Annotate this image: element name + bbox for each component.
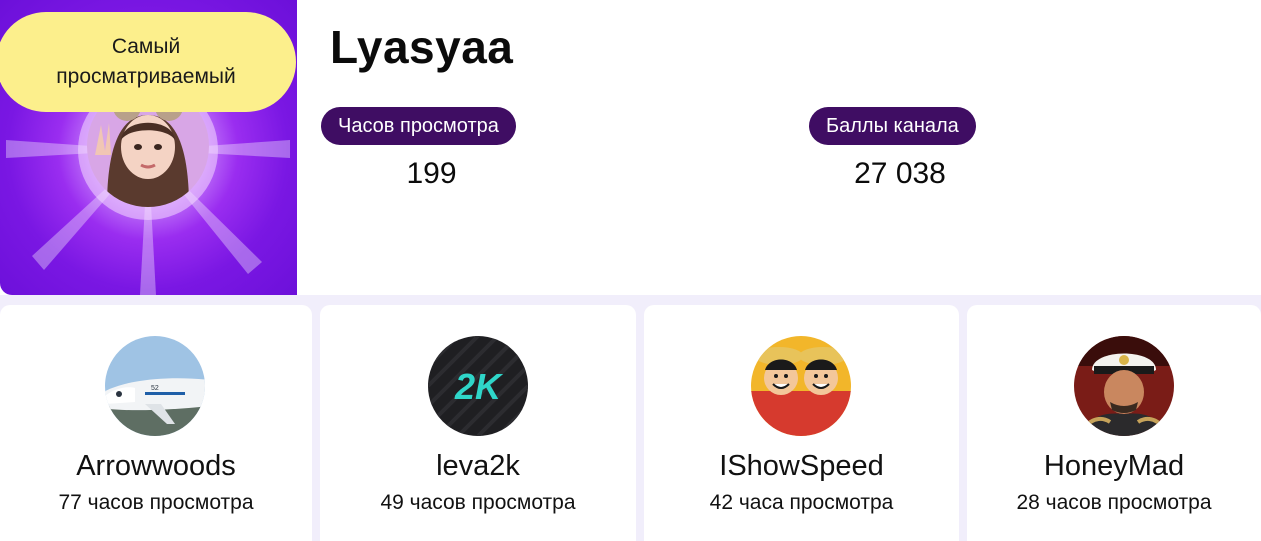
channel-name: leva2k <box>436 450 520 482</box>
channel-watch-hours: 28 часов просмотра <box>1016 491 1212 514</box>
top-stats-card: Самый просматриваемый Lyasyaa Часов прос… <box>0 0 1261 295</box>
most-watched-badge: Самый просматриваемый <box>0 12 296 112</box>
channel-name: Arrowwoods <box>76 450 236 482</box>
channel-name: HoneyMad <box>1043 450 1185 482</box>
channel-avatar: 2K <box>428 336 528 436</box>
svg-text:2K: 2K <box>454 366 504 407</box>
channel-avatar: 52 <box>105 336 205 436</box>
username: Lyasyaa <box>330 21 514 73</box>
channel-name: IShowSpeed <box>719 450 884 482</box>
channel-card[interactable]: IShowSpeed 42 часа просмотра <box>644 305 959 541</box>
channel-watch-hours: 49 часов просмотра <box>380 491 576 514</box>
channel-points-value: 27 038 <box>854 157 946 190</box>
channel-avatar <box>751 336 851 436</box>
channel-card[interactable]: HoneyMad 28 часов просмотра <box>967 305 1261 541</box>
channel-card[interactable]: 2K leva2k 49 часов просмотра <box>320 305 636 541</box>
hero-panel: Самый просматриваемый <box>0 0 297 295</box>
channel-card[interactable]: 52 Arrowwoods 77 часов просмотра <box>0 305 312 541</box>
watch-hours-label: Часов просмотра <box>321 107 516 145</box>
channel-avatar <box>1074 336 1174 436</box>
channel-watch-hours: 42 часа просмотра <box>709 491 894 514</box>
watch-hours-value: 199 <box>406 157 457 190</box>
svg-text:52: 52 <box>151 385 159 392</box>
channel-watch-hours: 77 часов просмотра <box>58 491 254 514</box>
channel-points-label: Баллы канала <box>809 107 976 145</box>
